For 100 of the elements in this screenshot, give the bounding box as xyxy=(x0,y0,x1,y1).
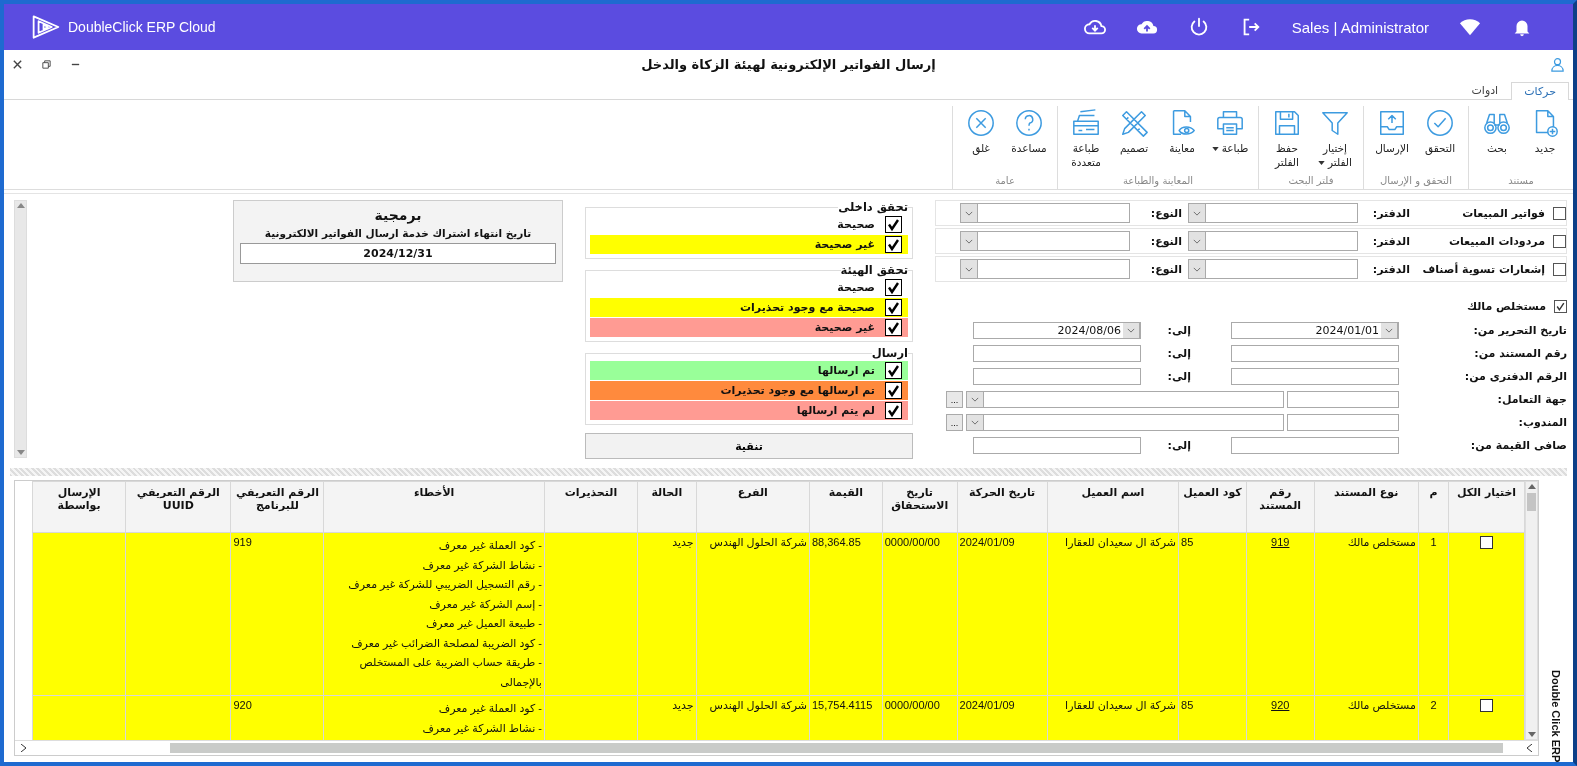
date-field[interactable]: 2024/08/06 xyxy=(973,322,1141,339)
toolbar-button[interactable]: التحقق xyxy=(1416,106,1464,175)
scroll-down-icon[interactable] xyxy=(1527,732,1536,737)
ribbon-tab[interactable]: حركات xyxy=(1511,82,1569,100)
status-label: غير صحيحة xyxy=(814,238,875,251)
column-header[interactable]: الحالة xyxy=(637,481,697,533)
document-link[interactable]: 920 xyxy=(1271,699,1290,711)
input-field[interactable] xyxy=(973,368,1141,385)
browse-button[interactable]: ... xyxy=(946,414,963,431)
checkbox[interactable] xyxy=(885,382,902,399)
document-link[interactable]: 919 xyxy=(1271,536,1290,548)
input-field[interactable] xyxy=(973,437,1141,454)
close-icon[interactable] xyxy=(12,58,23,70)
checkbox[interactable] xyxy=(1553,206,1566,220)
checkbox[interactable] xyxy=(885,362,902,379)
caret-icon xyxy=(965,210,973,216)
column-header[interactable]: كود العميل xyxy=(1178,481,1247,533)
date-field[interactable]: 2024/01/01 xyxy=(1231,322,1399,339)
group-title: ارسال xyxy=(871,346,908,360)
close-icon xyxy=(966,108,996,138)
horizontal-scrollbar[interactable] xyxy=(15,740,1538,755)
side-tab[interactable]: Double Click ERP xyxy=(1539,476,1573,762)
column-header[interactable]: م xyxy=(1418,481,1449,533)
error-line: - كود الضريبة لمصلحة الضرائب غير معرف xyxy=(350,635,542,652)
error-line: - طبيعة العميل غير معرف xyxy=(424,616,542,632)
error-line: - كود العملة غير معرف xyxy=(437,701,542,717)
caret-icon xyxy=(965,238,973,244)
checkbox[interactable] xyxy=(885,299,902,316)
error-line: - إسم الشركة غير معرف xyxy=(428,596,542,613)
input-field[interactable] xyxy=(1287,414,1399,431)
error-line: - كود العملة غير معرف xyxy=(437,538,542,554)
toolbar-button[interactable]: إختيار الفلتر xyxy=(1311,106,1359,175)
checkbox[interactable] xyxy=(885,319,902,336)
input-field[interactable] xyxy=(1287,391,1399,408)
status-label: لم يتم ارسالها xyxy=(796,404,875,417)
checkbox[interactable] xyxy=(885,236,902,253)
column-header[interactable]: الرقم التعريفي UUID xyxy=(125,481,231,533)
column-header[interactable]: رقم المستند xyxy=(1246,481,1315,533)
column-header[interactable]: اختيار الكل xyxy=(1448,481,1525,533)
toolbar-button[interactable]: جديد xyxy=(1521,106,1569,175)
ribbon-tab[interactable]: ادوات xyxy=(1458,81,1512,99)
toolbar-button[interactable]: طباعة xyxy=(1206,106,1254,175)
column-header[interactable]: الإرسال بواسطة xyxy=(32,481,126,533)
scroll-left-icon[interactable] xyxy=(1527,744,1532,752)
user-role[interactable]: Sales | Administrator xyxy=(1291,18,1429,36)
vertical-scrollbar[interactable] xyxy=(1525,481,1538,740)
error-line: - طريقة حساب الضريبة على المستخلص بالإجمالى xyxy=(358,655,542,691)
checkbox[interactable] xyxy=(885,216,902,233)
row-checkbox[interactable] xyxy=(1480,536,1494,549)
table-cell: شركة الحلول الهندس xyxy=(696,532,810,696)
error-line: - نشاط الشركة غير معرف xyxy=(421,720,542,737)
checkbox[interactable] xyxy=(885,279,902,296)
type-label: النوع: xyxy=(1149,206,1182,220)
input-field[interactable] xyxy=(1231,368,1399,385)
input-field[interactable] xyxy=(973,345,1141,362)
checkbox[interactable] xyxy=(1553,262,1566,276)
filter-button[interactable]: تنقية xyxy=(585,433,913,459)
close-button[interactable]: غلق xyxy=(957,106,1005,175)
vertical-scrollbar[interactable] xyxy=(14,200,27,458)
caret-icon xyxy=(1193,210,1201,216)
ruler-pencil-icon xyxy=(1119,108,1149,138)
column-header[interactable]: تاريخ الحركة xyxy=(957,481,1048,533)
table-cell: مستخلص مالك xyxy=(1314,532,1419,696)
toolbar-button[interactable]: تصميم xyxy=(1110,106,1158,175)
scroll-right-icon[interactable] xyxy=(21,744,26,752)
toolbar-button[interactable]: الإرسال xyxy=(1368,106,1416,175)
field-label: تاريخ التحرير من: xyxy=(1472,324,1567,337)
scroll-up-icon[interactable] xyxy=(16,203,25,208)
scroll-up-icon[interactable] xyxy=(1527,484,1536,489)
checkbox[interactable] xyxy=(885,402,902,419)
type-label: النوع: xyxy=(1149,262,1182,276)
caret-icon xyxy=(1211,147,1219,151)
browse-button[interactable]: ... xyxy=(946,391,963,408)
toolbar-button[interactable]: طباعة متعددة xyxy=(1062,106,1110,175)
column-header[interactable]: التحذيرات xyxy=(544,481,638,533)
input-field[interactable] xyxy=(1231,437,1399,454)
status-label: غير صحيحة xyxy=(814,321,875,334)
toolbar-button[interactable]: مساعدة xyxy=(1005,106,1053,175)
column-header[interactable]: الرقم التعريفي للبرنامج xyxy=(230,481,324,533)
column-header[interactable]: القيمة xyxy=(809,481,883,533)
table-cell: 1 xyxy=(1418,532,1449,696)
toolbar-button[interactable]: حفظ الفلتر xyxy=(1263,106,1311,175)
column-header[interactable]: الفرع xyxy=(696,481,810,533)
column-header[interactable]: نوع المستند xyxy=(1314,481,1419,533)
column-header[interactable]: تاريخ الاستحقاق xyxy=(882,481,958,533)
field-label: إلى: xyxy=(1166,439,1192,452)
row-checkbox[interactable] xyxy=(1480,699,1494,712)
column-header[interactable]: اسم العميل xyxy=(1047,481,1179,533)
toolbar-button[interactable]: بحث xyxy=(1473,106,1521,175)
restore-icon[interactable] xyxy=(41,58,52,70)
column-header[interactable]: الأخطاء xyxy=(323,481,545,533)
field-label: المندوب: xyxy=(1517,416,1567,429)
help-icon xyxy=(1014,108,1044,138)
checkbox[interactable] xyxy=(1553,234,1566,248)
input-field[interactable] xyxy=(1231,345,1399,362)
user-icon[interactable] xyxy=(1550,56,1565,72)
scroll-down-icon[interactable] xyxy=(16,450,25,455)
checkbox[interactable] xyxy=(1554,299,1567,313)
scroll-thumb[interactable] xyxy=(1527,493,1536,511)
toolbar-button[interactable]: معاينة xyxy=(1158,106,1206,175)
